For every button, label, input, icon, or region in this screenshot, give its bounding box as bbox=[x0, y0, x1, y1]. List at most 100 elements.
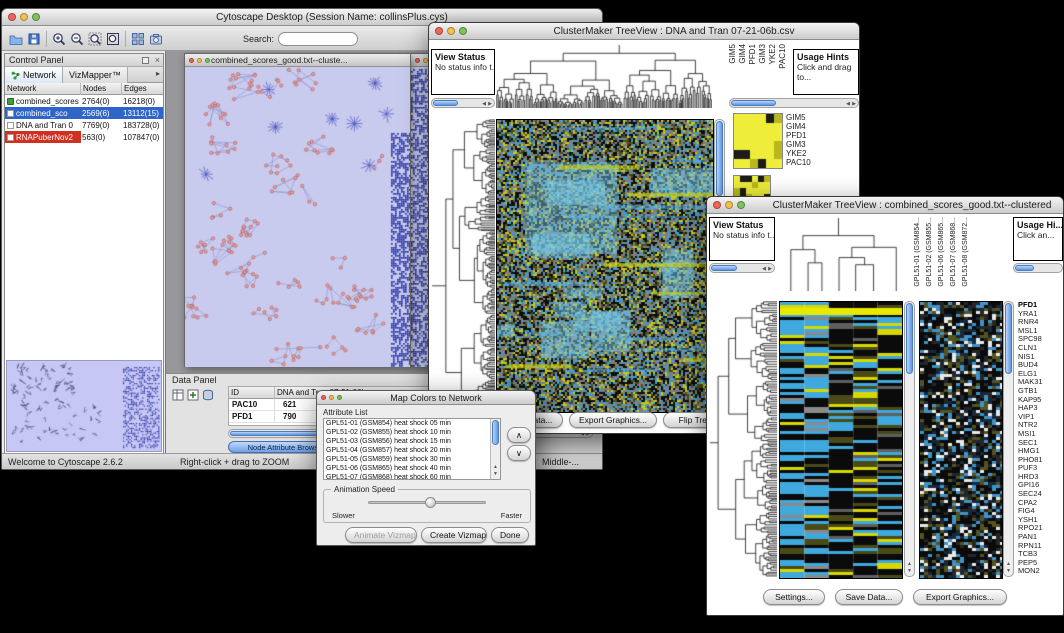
attribute-list-item[interactable]: GPL51-06 (GSM865) heat shock 40 min bbox=[324, 464, 490, 473]
vscroll-thumb[interactable] bbox=[492, 420, 499, 445]
scroll-down-icon[interactable]: ▼ bbox=[1004, 568, 1013, 575]
zoom-fit-icon[interactable] bbox=[104, 29, 122, 49]
column-header-id[interactable]: ID bbox=[229, 387, 275, 399]
gene-label[interactable]: KAP95 bbox=[1018, 396, 1064, 405]
minimize-button[interactable] bbox=[20, 13, 28, 21]
column-dendrogram-canvas[interactable] bbox=[496, 44, 712, 108]
close-button[interactable] bbox=[321, 395, 326, 400]
create-vizmap-button[interactable]: Create Vizmap bbox=[421, 527, 487, 543]
attribute-listbox[interactable]: GPL51-01 (GSM854) heat shock 05 minGPL51… bbox=[323, 418, 501, 480]
gene-label[interactable]: SEC24 bbox=[1018, 490, 1064, 499]
gene-label[interactable]: GPI16 bbox=[1018, 481, 1064, 490]
network-list-row[interactable]: combined_sco2569(6)13112(15) bbox=[5, 107, 163, 119]
gene-label[interactable]: MSI1 bbox=[1018, 430, 1064, 439]
network-overview-canvas[interactable] bbox=[7, 361, 161, 451]
close-button[interactable] bbox=[713, 201, 721, 209]
minimize-button[interactable] bbox=[725, 201, 733, 209]
hscroll-thumb[interactable] bbox=[433, 100, 458, 106]
gene-label[interactable]: MSL1 bbox=[1018, 327, 1064, 336]
gene-label[interactable]: BUD4 bbox=[1018, 361, 1064, 370]
zoom-button[interactable] bbox=[737, 201, 745, 209]
right-mini-scrollbar[interactable] bbox=[1013, 263, 1063, 273]
scroll-up-icon[interactable]: ▲ bbox=[491, 464, 500, 471]
secondary-vscrollbar[interactable]: ▲ ▼ bbox=[1003, 301, 1014, 577]
secondary-heatmap-canvas[interactable] bbox=[919, 301, 1003, 579]
gene-label[interactable]: GTB1 bbox=[1018, 387, 1064, 396]
hscroll-thumb[interactable] bbox=[731, 100, 776, 106]
move-down-button[interactable]: ∨ bbox=[507, 445, 531, 461]
attribute-list-item[interactable]: GPL51-03 (GSM856) heat shock 15 min bbox=[324, 437, 490, 446]
right-mini-scrollbar[interactable]: ◀ ▶ bbox=[729, 98, 859, 108]
attribute-list-item[interactable]: GPL51-07 (GSM868) heat shock 60 min bbox=[324, 473, 490, 480]
save-session-icon[interactable] bbox=[25, 29, 43, 49]
scroll-up-icon[interactable]: ▲ bbox=[905, 561, 914, 568]
scroll-left-icon[interactable]: ◀ bbox=[482, 100, 486, 108]
close-button[interactable] bbox=[189, 58, 194, 63]
attribute-database-icon[interactable] bbox=[202, 388, 214, 406]
zoom-out-icon[interactable] bbox=[68, 29, 86, 49]
titlebar[interactable]: Map Colors to Network bbox=[317, 391, 535, 405]
tab-overflow-arrow-icon[interactable]: ▸ bbox=[153, 67, 163, 82]
gene-label[interactable]: PAN1 bbox=[1018, 533, 1064, 542]
tab-network[interactable]: Network bbox=[5, 67, 63, 83]
gene-label[interactable]: YRA1 bbox=[1018, 310, 1064, 319]
zoom-button[interactable] bbox=[32, 13, 40, 21]
column-header-nodes[interactable]: Nodes bbox=[81, 83, 122, 95]
zoom-selected-icon[interactable] bbox=[86, 29, 104, 49]
network-list-row[interactable]: combined_scores2764(0)16218(0) bbox=[5, 95, 163, 107]
select-attributes-icon[interactable] bbox=[172, 388, 184, 406]
snapshot-icon[interactable] bbox=[147, 29, 165, 49]
gene-label[interactable]: NTR2 bbox=[1018, 421, 1064, 430]
slider-thumb[interactable] bbox=[425, 497, 436, 508]
animation-speed-slider[interactable] bbox=[368, 501, 486, 504]
left-mini-scrollbar[interactable]: ◀ ▶ bbox=[709, 263, 775, 273]
list-vscrollbar[interactable]: ▲ ▼ bbox=[490, 419, 500, 479]
close-button[interactable] bbox=[8, 13, 16, 21]
gene-label[interactable]: VIP1 bbox=[1018, 413, 1064, 422]
export-graphics-button[interactable]: Export Graphics... bbox=[569, 412, 657, 428]
export-graphics-button[interactable]: Export Graphics... bbox=[913, 589, 1007, 605]
gene-label[interactable]: TCB3 bbox=[1018, 550, 1064, 559]
scroll-right-icon[interactable]: ▶ bbox=[852, 100, 856, 108]
gene-label[interactable]: YSH1 bbox=[1018, 516, 1064, 525]
gene-label[interactable]: PUF3 bbox=[1018, 464, 1064, 473]
gene-label[interactable]: RPN11 bbox=[1018, 542, 1064, 551]
zoom-button[interactable] bbox=[205, 58, 210, 63]
gene-label[interactable]: SPC98 bbox=[1018, 335, 1064, 344]
animate-vizmap-button[interactable]: Animate Vizmap bbox=[345, 527, 417, 543]
attribute-list-item[interactable]: GPL51-05 (GSM859) heat shock 30 min bbox=[324, 455, 490, 464]
create-attribute-icon[interactable] bbox=[187, 388, 199, 406]
gene-label[interactable]: CLN1 bbox=[1018, 344, 1064, 353]
minimize-button[interactable] bbox=[447, 27, 455, 35]
fit-content-icon[interactable] bbox=[129, 29, 147, 49]
move-up-button[interactable]: ∧ bbox=[507, 427, 531, 443]
open-session-icon[interactable] bbox=[7, 29, 25, 49]
column-header-network[interactable]: Network bbox=[5, 83, 81, 95]
heatmap-vscrollbar[interactable]: ▲ ▼ bbox=[904, 301, 915, 577]
vscroll-thumb[interactable] bbox=[906, 303, 913, 374]
done-button[interactable]: Done bbox=[491, 527, 529, 543]
gene-label[interactable]: MAK31 bbox=[1018, 378, 1064, 387]
gene-label[interactable]: FIG4 bbox=[1018, 507, 1064, 516]
heatmap-canvas[interactable] bbox=[779, 301, 903, 579]
gene-label[interactable]: PEP5 bbox=[1018, 559, 1064, 568]
row-dendrogram-canvas[interactable] bbox=[431, 119, 495, 411]
gene-label[interactable]: ELG1 bbox=[1018, 370, 1064, 379]
scroll-down-icon[interactable]: ▼ bbox=[905, 568, 914, 575]
scroll-right-icon[interactable]: ▶ bbox=[488, 100, 492, 108]
scroll-left-icon[interactable]: ◀ bbox=[762, 265, 766, 273]
hscroll-thumb[interactable] bbox=[1015, 265, 1034, 271]
heatmap-canvas[interactable] bbox=[496, 119, 714, 413]
gene-label[interactable]: RNR4 bbox=[1018, 318, 1064, 327]
scroll-down-icon[interactable]: ▼ bbox=[491, 471, 500, 478]
zoom-button[interactable] bbox=[459, 27, 467, 35]
inner-frame-titlebar[interactable]: combined_scores_good.txt--cluste... bbox=[185, 54, 410, 67]
network-list-row[interactable]: RNAPuberNov2563(0)107847(0) bbox=[5, 131, 163, 143]
column-header-edges[interactable]: Edges bbox=[122, 83, 163, 95]
network-list-row[interactable]: DNA and Tran 07769(0)183728(0) bbox=[5, 119, 163, 131]
titlebar[interactable]: ClusterMaker TreeView : combined_scores_… bbox=[707, 197, 1063, 214]
zoom-button[interactable] bbox=[337, 395, 342, 400]
vscroll-thumb[interactable] bbox=[716, 121, 723, 196]
left-mini-scrollbar[interactable]: ◀ ▶ bbox=[431, 98, 495, 108]
row-dendrogram-canvas[interactable] bbox=[709, 301, 777, 577]
